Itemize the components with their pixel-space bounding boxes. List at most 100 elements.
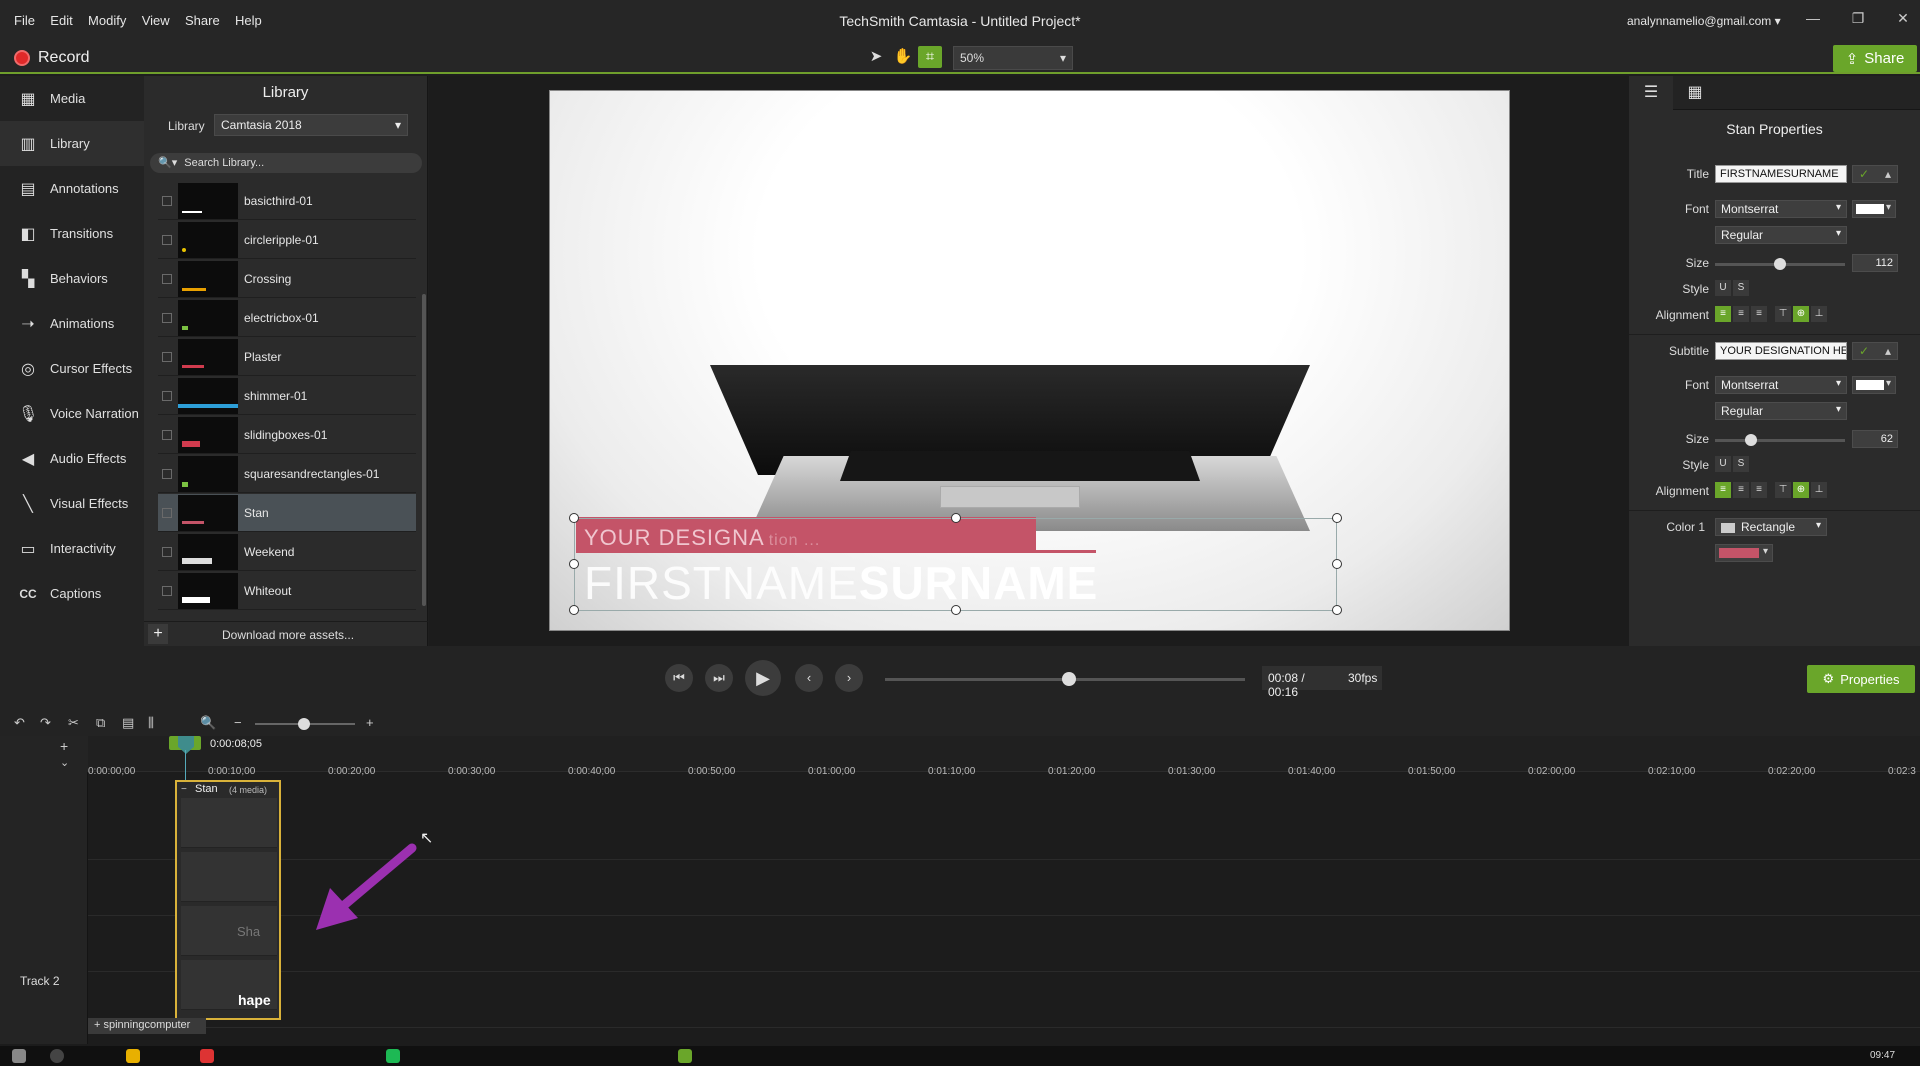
time-ruler[interactable]: 0:00:00;00 0:00:10;00 0:00:20;00 0:00:30…: [88, 736, 1920, 777]
account-menu[interactable]: analynnamelio@gmail.com ▾: [1627, 14, 1781, 28]
spotify-icon[interactable]: [386, 1049, 400, 1063]
zoom-select[interactable]: 50% ▾: [953, 46, 1073, 70]
media-chip[interactable]: + spinningcomputer: [88, 1018, 206, 1034]
group-inner-clip[interactable]: [181, 852, 277, 902]
subtitle-size-input[interactable]: 62: [1852, 430, 1898, 448]
tab-text-properties-icon[interactable]: ☰: [1629, 76, 1673, 110]
resize-handle[interactable]: [1332, 513, 1342, 523]
list-item[interactable]: Weekend: [158, 533, 416, 571]
sidebar-item-visual-effects[interactable]: ╲ Visual Effects: [0, 481, 144, 526]
title-weight-select[interactable]: Regular: [1715, 226, 1847, 244]
add-track-icon[interactable]: +: [60, 738, 68, 754]
color1-select[interactable]: Rectangle: [1715, 518, 1827, 536]
align-right-icon[interactable]: ≡: [1751, 482, 1767, 498]
start-icon[interactable]: [12, 1049, 26, 1063]
camtasia-icon[interactable]: [678, 1049, 692, 1063]
align-middle-icon[interactable]: ⊕: [1793, 306, 1809, 322]
step-back-icon[interactable]: ⏮: [665, 664, 693, 692]
checkbox[interactable]: [162, 312, 172, 323]
align-center-icon[interactable]: ≡: [1733, 306, 1749, 322]
restore-icon[interactable]: ❐: [1848, 10, 1868, 30]
group-inner-clip[interactable]: [181, 798, 277, 848]
undo-icon[interactable]: ↶: [14, 715, 25, 731]
share-button[interactable]: ⇪ Share: [1833, 45, 1917, 72]
underline-icon[interactable]: U: [1715, 280, 1731, 296]
align-center-icon[interactable]: ≡: [1733, 482, 1749, 498]
list-item[interactable]: Stan: [158, 494, 416, 532]
close-icon[interactable]: ✕: [1893, 10, 1913, 30]
list-item[interactable]: shimmer-01: [158, 377, 416, 415]
search-icon[interactable]: [50, 1049, 64, 1063]
subtitle-weight-select[interactable]: Regular: [1715, 402, 1847, 420]
record-button[interactable]: Record: [14, 46, 90, 70]
subtitle-color-swatch[interactable]: ▾: [1852, 376, 1896, 394]
resize-handle[interactable]: [1332, 605, 1342, 615]
selection-box[interactable]: [574, 518, 1337, 611]
list-item[interactable]: Plaster: [158, 338, 416, 376]
sidebar-item-library[interactable]: ▥ Library: [0, 121, 144, 166]
checkbox[interactable]: [162, 195, 172, 206]
add-asset-button[interactable]: +: [148, 624, 168, 644]
color1-swatch[interactable]: ▾: [1715, 544, 1773, 562]
crop-tool-icon[interactable]: ⌗: [918, 46, 942, 68]
resize-handle[interactable]: [569, 559, 579, 569]
sidebar-item-animations[interactable]: ➝ Animations: [0, 301, 144, 346]
subtitle-font-select[interactable]: Montserrat: [1715, 376, 1847, 394]
sidebar-item-captions[interactable]: CC Captions: [0, 571, 144, 616]
title-size-input[interactable]: 112: [1852, 254, 1898, 272]
stan-group-clip[interactable]: − Stan (4 media) Sha: [175, 780, 281, 1020]
subtitle-toggle-button[interactable]: ✓ ▴: [1852, 342, 1898, 360]
zoom-icon[interactable]: 🔍: [200, 715, 216, 731]
cut-icon[interactable]: ✂: [68, 715, 79, 731]
sidebar-item-behaviors[interactable]: ▚ Behaviors: [0, 256, 144, 301]
title-font-select[interactable]: Montserrat: [1715, 200, 1847, 218]
sidebar-item-interactivity[interactable]: ▭ Interactivity: [0, 526, 144, 571]
title-size-knob[interactable]: [1774, 258, 1786, 270]
strikethrough-icon[interactable]: S: [1733, 456, 1749, 472]
resize-handle[interactable]: [569, 605, 579, 615]
subtitle-size-knob[interactable]: [1744, 434, 1757, 446]
align-bottom-icon[interactable]: ⊥: [1811, 482, 1827, 498]
track-2-label[interactable]: Track 2: [20, 974, 60, 988]
list-item[interactable]: circleripple-01: [158, 221, 416, 259]
sidebar-item-voice-narration[interactable]: 🎙 Voice Narration: [0, 391, 144, 436]
zoom-out-icon[interactable]: −: [234, 715, 242, 730]
align-middle-icon[interactable]: ⊕: [1793, 482, 1809, 498]
checkbox[interactable]: [162, 468, 172, 479]
paste-icon[interactable]: ▤: [122, 715, 134, 731]
align-left-icon[interactable]: ≡: [1715, 482, 1731, 498]
folder-icon[interactable]: [126, 1049, 140, 1063]
pointer-tool-icon[interactable]: ➤: [864, 46, 888, 68]
subtitle-size-slider[interactable]: [1715, 439, 1845, 442]
checkbox[interactable]: [162, 507, 172, 518]
checkbox[interactable]: [162, 390, 172, 401]
checkbox[interactable]: [162, 429, 172, 440]
checkbox[interactable]: [162, 273, 172, 284]
checkbox[interactable]: [162, 234, 172, 245]
list-item[interactable]: electricbox-01: [158, 299, 416, 337]
list-item[interactable]: Whiteout: [158, 572, 416, 610]
list-item[interactable]: squaresandrectangles-01: [158, 455, 416, 493]
minimize-icon[interactable]: —: [1803, 10, 1823, 30]
resize-handle[interactable]: [951, 513, 961, 523]
collapse-icon[interactable]: −: [181, 784, 187, 795]
preview-canvas[interactable]: YOUR DESIGNA tion ... FIRSTNAMESURNAME: [549, 90, 1510, 631]
title-input[interactable]: FIRSTNAMESURNAME: [1715, 165, 1847, 183]
track-row[interactable]: [88, 972, 1920, 1028]
step-forward-icon[interactable]: ⏭: [705, 664, 733, 692]
title-color-swatch[interactable]: ▾: [1852, 200, 1896, 218]
library-select[interactable]: Camtasia 2018 ▾: [214, 114, 408, 136]
subtitle-input[interactable]: YOUR DESIGNATION HER: [1715, 342, 1847, 360]
play-icon[interactable]: ▶: [745, 660, 781, 696]
strikethrough-icon[interactable]: S: [1733, 280, 1749, 296]
pan-tool-icon[interactable]: ✋: [891, 46, 915, 68]
sidebar-item-audio-effects[interactable]: ◀ Audio Effects: [0, 436, 144, 481]
sidebar-item-cursor-effects[interactable]: ◎ Cursor Effects: [0, 346, 144, 391]
chrome-icon[interactable]: [200, 1049, 214, 1063]
split-icon[interactable]: ⫼: [148, 715, 154, 731]
underline-icon[interactable]: U: [1715, 456, 1731, 472]
redo-icon[interactable]: ↷: [40, 715, 51, 731]
title-toggle-button[interactable]: ✓ ▴: [1852, 165, 1898, 183]
sidebar-item-transitions[interactable]: ◧ Transitions: [0, 211, 144, 256]
list-item[interactable]: Crossing: [158, 260, 416, 298]
